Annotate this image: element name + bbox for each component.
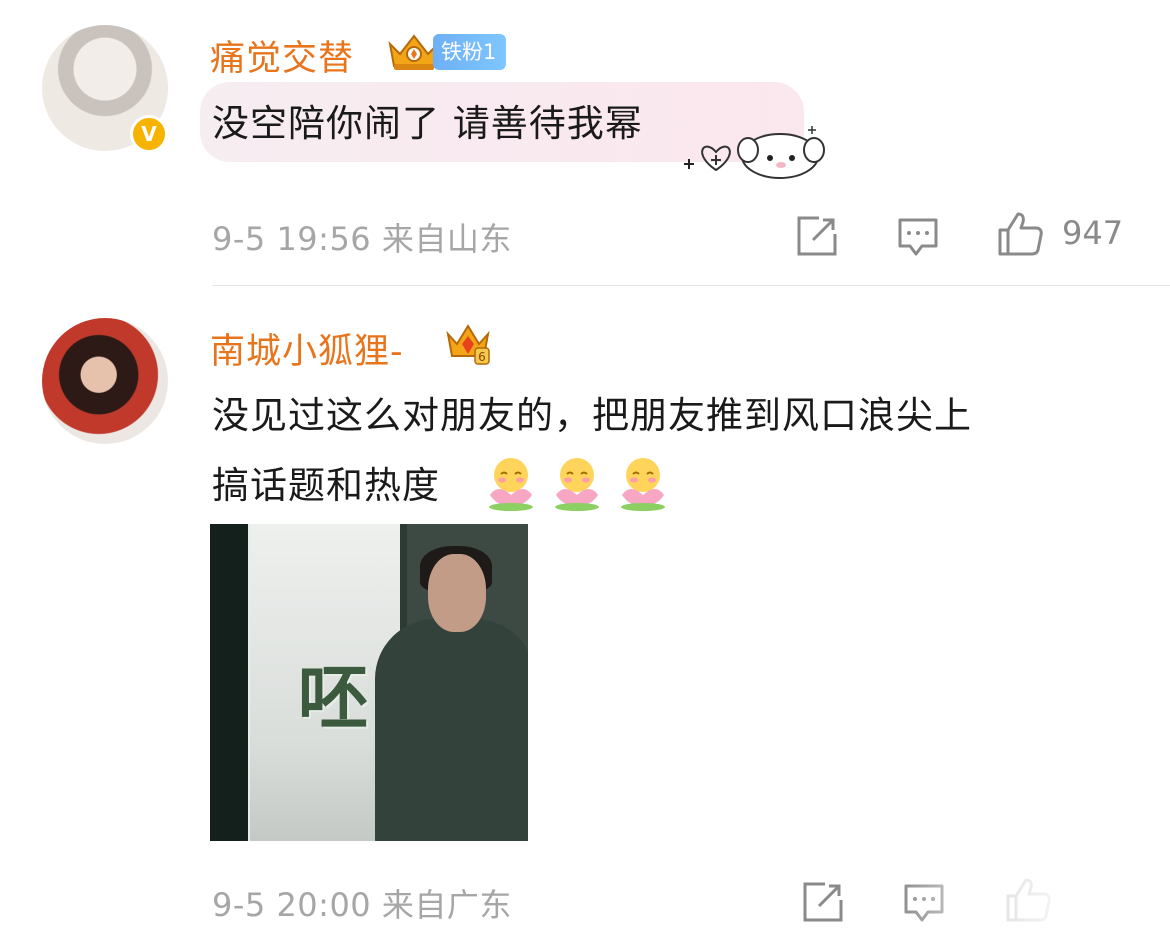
comment-text: 没见过这么对朋友的，把朋友推到风口浪尖上 [212, 394, 972, 437]
comment-meta: 9-5 19:56 来自山东 [212, 214, 512, 260]
flower-emoji [621, 458, 665, 511]
avatar[interactable] [42, 318, 168, 444]
image-caption: 呸 [298, 656, 368, 739]
comment-text: 搞话题和热度 [212, 464, 440, 507]
flower-emoji [489, 458, 533, 511]
image-figure-head [428, 554, 486, 632]
username[interactable]: 痛觉交替 [210, 30, 354, 81]
like-count: 947 [1062, 214, 1124, 252]
comment-meta: 9-5 20:00 来自广东 [212, 880, 512, 926]
comment-location: 来自广东 [381, 886, 512, 924]
like-icon[interactable] [996, 210, 1044, 258]
verified-icon: V [130, 115, 168, 153]
comment-time: 9-5 20:00 [212, 886, 372, 924]
crown-icon: 6 [446, 324, 490, 365]
comment-time: 9-5 19:56 [212, 220, 372, 258]
image-figure [375, 619, 528, 841]
fade-overlay [898, 870, 1170, 947]
share-icon[interactable] [801, 880, 845, 924]
sticker-icon [684, 126, 825, 179]
divider [212, 285, 1170, 286]
fan-badge: 铁粉1 [433, 34, 507, 70]
username[interactable]: 南城小狐狸- [210, 323, 404, 374]
flower-emoji [555, 458, 599, 511]
comment-text: 没空陪你闹了 请善待我幂 [212, 102, 643, 145]
share-icon[interactable] [795, 214, 839, 258]
comment-icon[interactable] [896, 214, 940, 258]
svg-text:6: 6 [478, 350, 486, 364]
comment-image[interactable]: 呸 [210, 524, 528, 841]
comment-location: 来自山东 [381, 220, 512, 258]
